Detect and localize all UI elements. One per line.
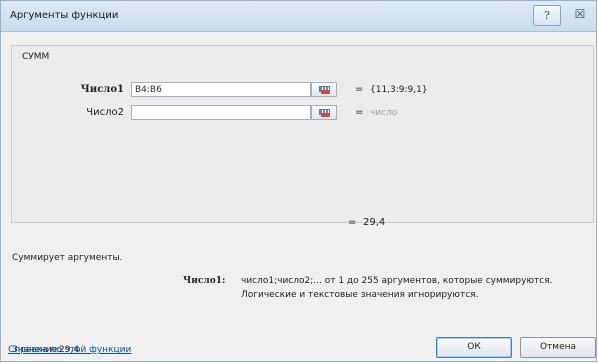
total-result: 29,4 bbox=[363, 217, 386, 228]
arg-description-label: Число1: bbox=[183, 276, 226, 286]
arg2-collapse-button[interactable] bbox=[311, 105, 337, 120]
arg2-input[interactable] bbox=[131, 105, 311, 120]
arg-description-text: число1;число2;... от 1 до 255 аргументов… bbox=[241, 276, 553, 286]
range-select-icon-accent bbox=[321, 113, 330, 117]
cancel-button[interactable]: Отмена bbox=[520, 337, 596, 358]
dialog-body: СУММ Число1 B4:B6 = {11,3:9:9,1} Число2 … bbox=[5, 32, 594, 359]
arg2-label: Число2 bbox=[86, 107, 124, 118]
close-icon[interactable]: ☒ bbox=[567, 5, 593, 24]
arg1-input[interactable]: B4:B6 bbox=[131, 82, 311, 97]
arg1-label: Число1 bbox=[80, 84, 124, 95]
arg2-equals: = bbox=[355, 107, 364, 118]
arg1-result: {11,3:9:9,1} bbox=[370, 85, 428, 95]
function-description: Суммирует аргументы. bbox=[12, 253, 123, 263]
ok-button[interactable]: ОК bbox=[436, 337, 512, 358]
title-bar: Аргументы функции ? ☒ bbox=[1, 1, 596, 32]
total-equals: = bbox=[348, 217, 357, 228]
dialog-title: Аргументы функции bbox=[10, 10, 119, 21]
arg1-collapse-button[interactable] bbox=[311, 82, 337, 97]
arguments-group: СУММ Число1 B4:B6 = {11,3:9:9,1} Число2 … bbox=[11, 45, 594, 228]
arg1-equals: = bbox=[355, 84, 364, 95]
function-help-link[interactable]: Справка по этой функции bbox=[8, 345, 131, 355]
arg2-result: число bbox=[370, 108, 398, 118]
range-select-icon-accent bbox=[321, 90, 330, 94]
function-name: СУММ bbox=[22, 52, 50, 62]
arg-description-note: Логические и текстовые значения игнориру… bbox=[241, 290, 479, 300]
function-arguments-dialog: Аргументы функции ? ☒ СУММ Число1 B4:B6 … bbox=[0, 0, 597, 362]
help-icon[interactable]: ? bbox=[533, 5, 561, 26]
